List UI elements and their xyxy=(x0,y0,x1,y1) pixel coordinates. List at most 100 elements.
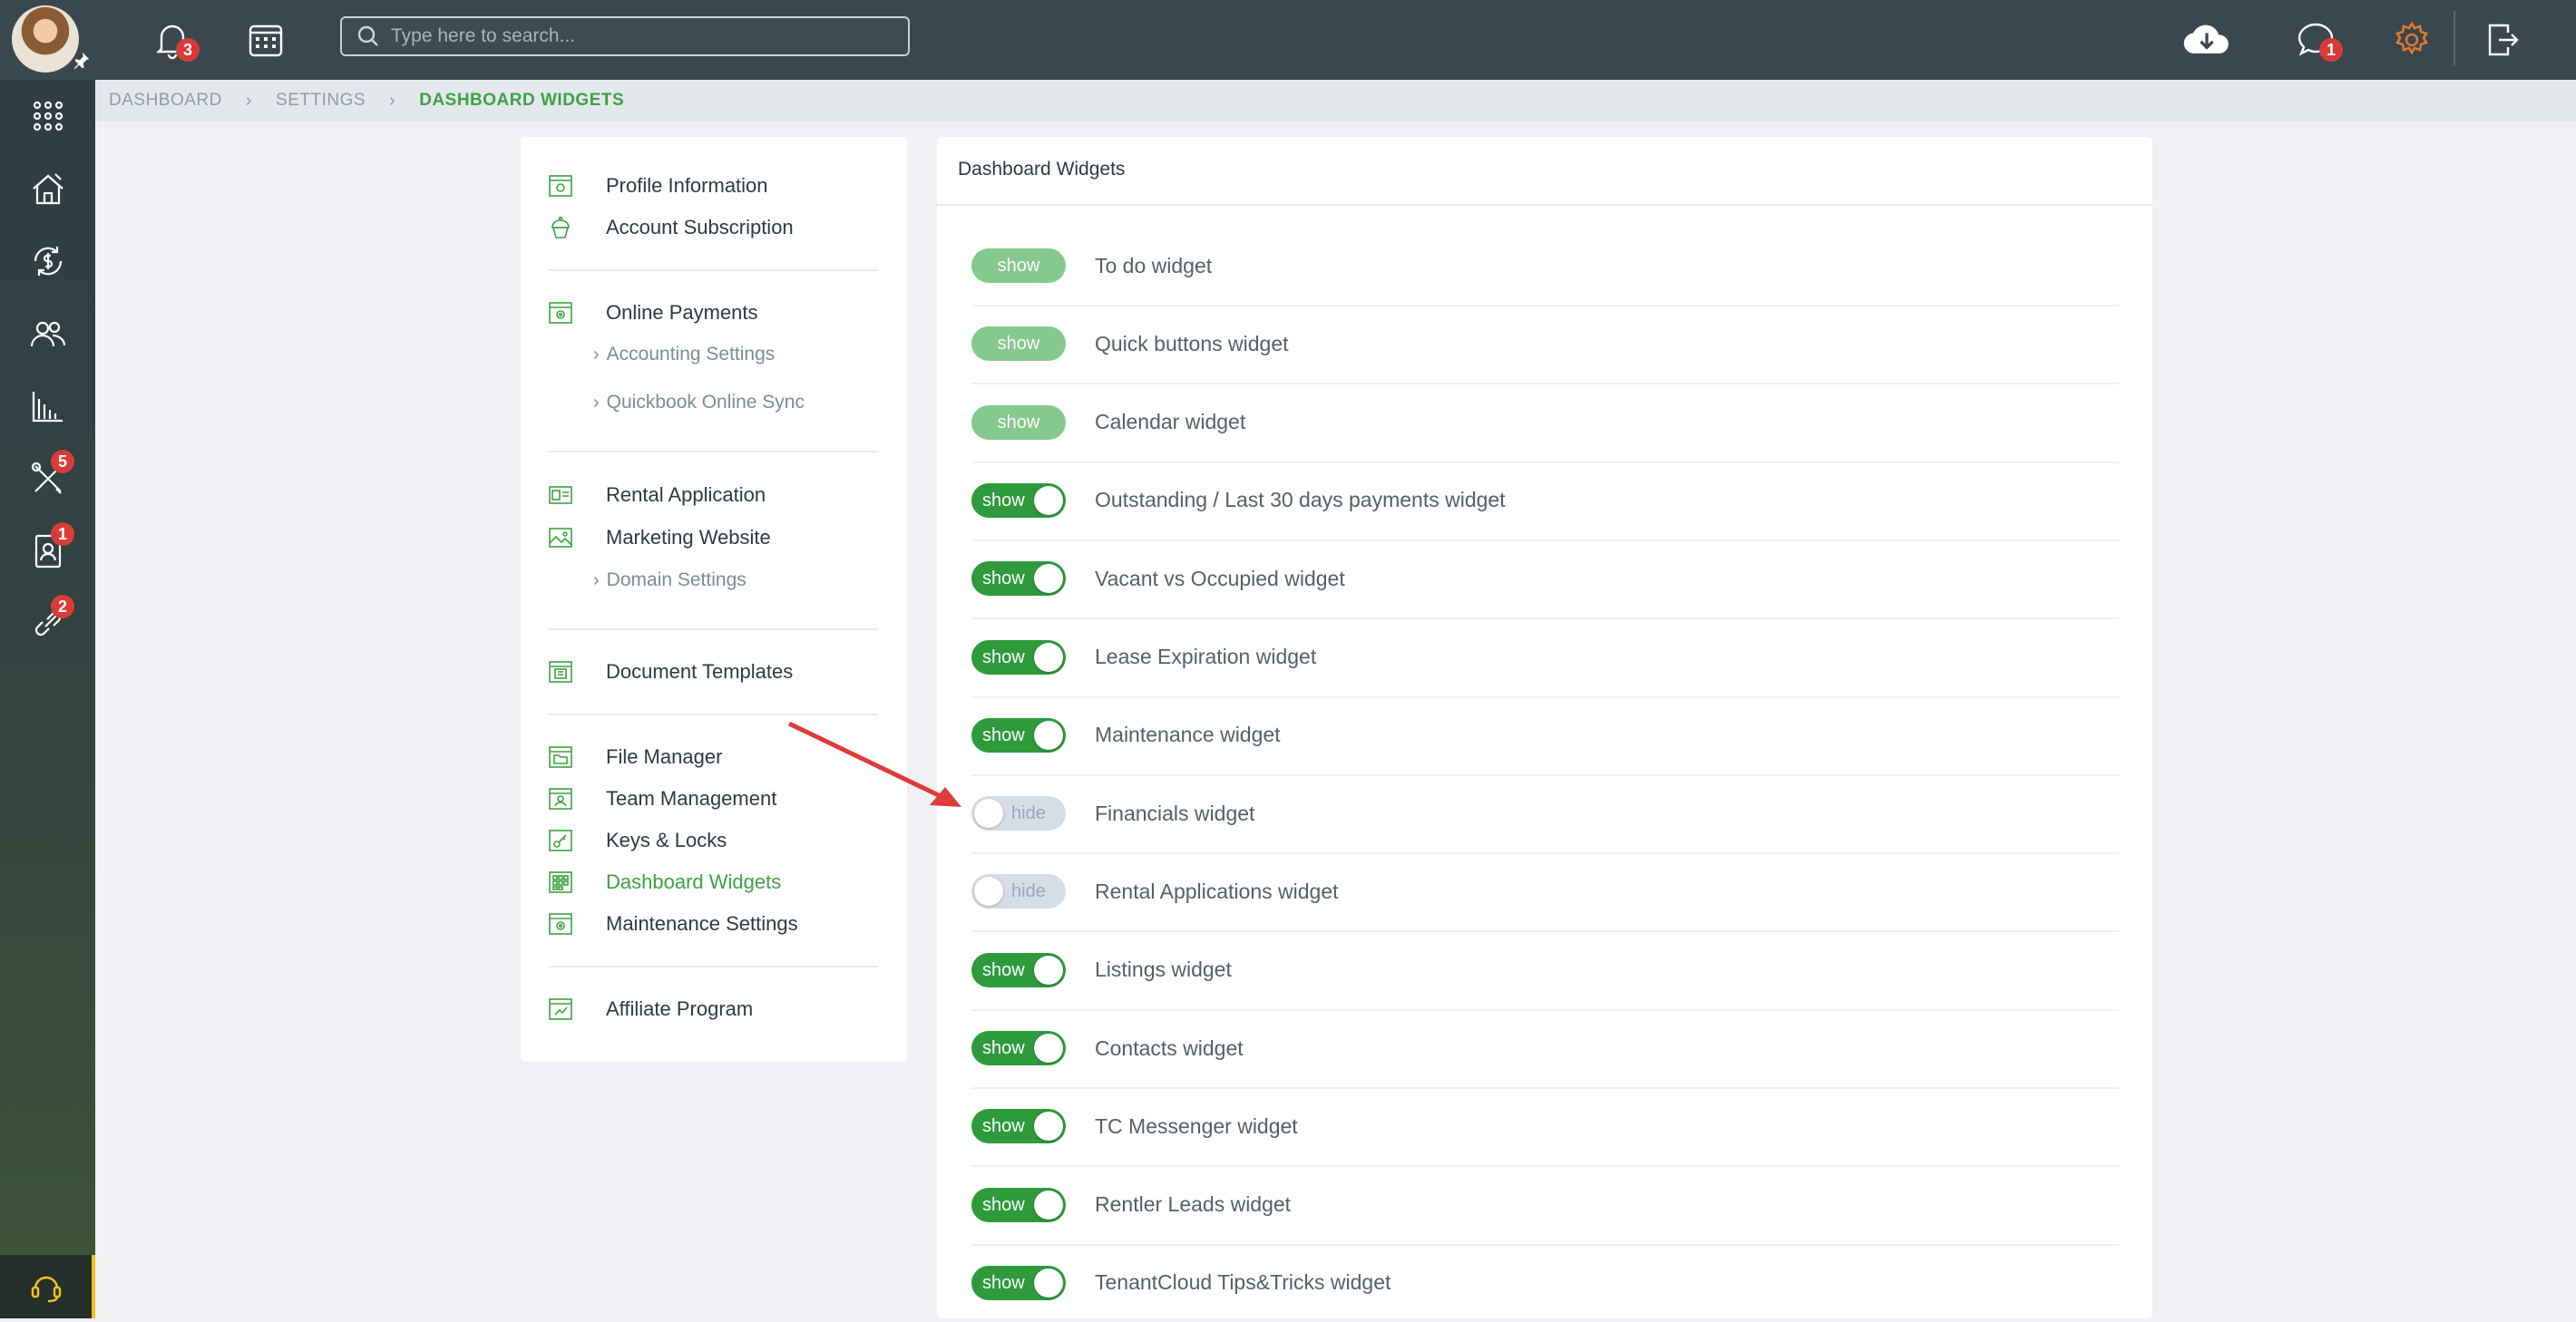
widget-toggle[interactable]: hide xyxy=(971,796,1066,831)
logout-icon[interactable] xyxy=(2477,15,2528,65)
menu-marketing-website[interactable]: Marketing Website xyxy=(548,520,771,556)
menu-document-templates[interactable]: Document Templates xyxy=(548,654,793,690)
calendar-icon[interactable] xyxy=(240,15,291,65)
menu-profile-information[interactable]: Profile Information xyxy=(548,168,768,204)
widget-label: Vacant vs Occupied widget xyxy=(1095,566,1345,590)
widget-label: TenantCloud Tips&Tricks widget xyxy=(1095,1270,1391,1295)
settings-gear-icon[interactable] xyxy=(2386,15,2437,65)
pin-icon[interactable] xyxy=(71,51,91,71)
widget-toggle[interactable]: show xyxy=(971,639,1066,675)
search-icon xyxy=(357,25,378,46)
breadcrumb-settings[interactable]: SETTINGS xyxy=(276,91,366,111)
link-icon[interactable]: 2 xyxy=(0,588,95,660)
widget-toggle[interactable]: show xyxy=(971,482,1066,518)
widget-label: Rentler Leads widget xyxy=(1095,1192,1292,1217)
menu-domain-settings[interactable]: › Domain Settings xyxy=(593,562,746,598)
widget-row: show Vacant vs Occupied widget xyxy=(971,539,2119,620)
menu-file-manager[interactable]: File Manager xyxy=(548,739,722,775)
toggle-state-label: hide xyxy=(1011,803,1046,824)
toggle-knob xyxy=(1034,720,1063,750)
menu-divider xyxy=(548,451,878,452)
menu-quickbook-sync[interactable]: › Quickbook Online Sync xyxy=(593,384,805,421)
widget-row: show Maintenance widget xyxy=(971,696,2119,776)
widget-row: show Contacts widget xyxy=(971,1009,2119,1089)
headset-icon xyxy=(31,1276,61,1303)
widget-toggle[interactable]: hide xyxy=(971,874,1066,909)
contact-card-icon[interactable]: 1 xyxy=(0,515,95,588)
menu-keys-locks[interactable]: Keys & Locks xyxy=(548,822,727,859)
toggle-state-label: show xyxy=(982,569,1025,589)
menu-label: Profile Information xyxy=(606,174,768,197)
chevron-right-icon: › xyxy=(593,344,600,365)
toggle-state-label: show xyxy=(982,959,1025,980)
maintenance-settings-icon xyxy=(549,913,572,935)
toggle-state-label: hide xyxy=(1011,881,1046,902)
toggle-knob xyxy=(1034,1112,1063,1142)
profile-icon xyxy=(549,175,572,197)
widget-toggle[interactable]: show xyxy=(971,717,1066,753)
messages-chat-icon[interactable]: 1 xyxy=(2290,15,2343,65)
menu-divider xyxy=(548,269,878,271)
avatar-area xyxy=(0,0,95,80)
menu-team-management[interactable]: Team Management xyxy=(548,781,776,817)
menu-label: Account Subscription xyxy=(606,216,794,238)
toggle-state-label: show xyxy=(997,334,1040,355)
properties-icon[interactable] xyxy=(0,152,95,225)
panel-divider xyxy=(937,204,2152,206)
widget-row: show To do widget xyxy=(971,227,2119,306)
menu-divider xyxy=(548,966,878,967)
widget-toggle[interactable]: show xyxy=(971,404,1066,440)
toggle-knob xyxy=(1034,1190,1063,1220)
widget-toggle[interactable]: show xyxy=(971,1109,1066,1144)
widget-label: Quick buttons widget xyxy=(1095,331,1289,355)
widget-label: TC Messenger widget xyxy=(1095,1113,1298,1138)
team-icon xyxy=(549,788,572,810)
widget-toggle[interactable]: show xyxy=(971,1265,1066,1300)
breadcrumb-dashboard[interactable]: DASHBOARD xyxy=(109,91,222,111)
dashboard-widgets-panel: Dashboard Widgets show To do widget show Qu… xyxy=(937,137,2152,1318)
widget-label: Listings widget xyxy=(1095,957,1232,982)
menu-accounting-settings[interactable]: › Accounting Settings xyxy=(593,336,775,373)
widget-toggle[interactable]: show xyxy=(971,1187,1066,1222)
toggle-state-label: show xyxy=(982,646,1025,667)
cloud-download-icon[interactable] xyxy=(2181,15,2232,65)
widget-toggle[interactable]: show xyxy=(971,952,1066,987)
toggle-knob xyxy=(1034,564,1063,594)
messages-badge: 1 xyxy=(2319,38,2343,62)
search-input[interactable] xyxy=(389,24,908,48)
widget-row: hide Rental Applications widget xyxy=(971,852,2119,933)
toggle-state-label: show xyxy=(982,1272,1025,1293)
toggle-state-label: show xyxy=(982,1194,1025,1215)
menu-maintenance-settings[interactable]: Maintenance Settings xyxy=(548,906,798,942)
widget-toggle[interactable]: show xyxy=(971,248,1066,283)
maintenance-tools-icon[interactable]: 5 xyxy=(0,442,95,515)
menu-dashboard-widgets[interactable]: Dashboard Widgets xyxy=(548,864,781,900)
search-box[interactable] xyxy=(340,16,910,56)
widget-label: Maintenance widget xyxy=(1095,723,1281,747)
toggle-state-label: show xyxy=(982,724,1025,745)
apps-grid-icon[interactable] xyxy=(0,80,95,152)
widget-toggle[interactable]: show xyxy=(971,326,1066,362)
contacts-badge: 1 xyxy=(51,522,74,546)
widget-toggle[interactable]: show xyxy=(971,561,1066,597)
breadcrumb-chevron-icon: › xyxy=(389,90,396,111)
avatar[interactable] xyxy=(12,5,79,73)
menu-sub-label: Accounting Settings xyxy=(606,344,776,365)
menu-rental-application[interactable]: Rental Application xyxy=(548,477,766,513)
menu-account-subscription[interactable]: Account Subscription xyxy=(548,209,794,246)
menu-online-payments[interactable]: Online Payments xyxy=(548,295,758,331)
menu-label: Online Payments xyxy=(606,301,758,324)
image-icon xyxy=(549,528,572,548)
notifications-bell-icon[interactable]: 3 xyxy=(147,15,200,65)
menu-affiliate-program[interactable]: Affiliate Program xyxy=(548,991,753,1027)
menu-divider xyxy=(548,628,878,630)
payments-icon[interactable] xyxy=(0,225,95,297)
support-headset-button[interactable] xyxy=(0,1255,95,1318)
breadcrumb-chevron-icon: › xyxy=(245,90,253,111)
reports-chart-icon[interactable] xyxy=(0,370,95,442)
panel-title: Dashboard Widgets xyxy=(958,159,1126,180)
widget-toggle[interactable]: show xyxy=(971,1031,1066,1065)
toggle-knob xyxy=(1034,642,1063,672)
contacts-group-icon[interactable] xyxy=(0,297,95,370)
toggle-knob xyxy=(1034,485,1063,515)
